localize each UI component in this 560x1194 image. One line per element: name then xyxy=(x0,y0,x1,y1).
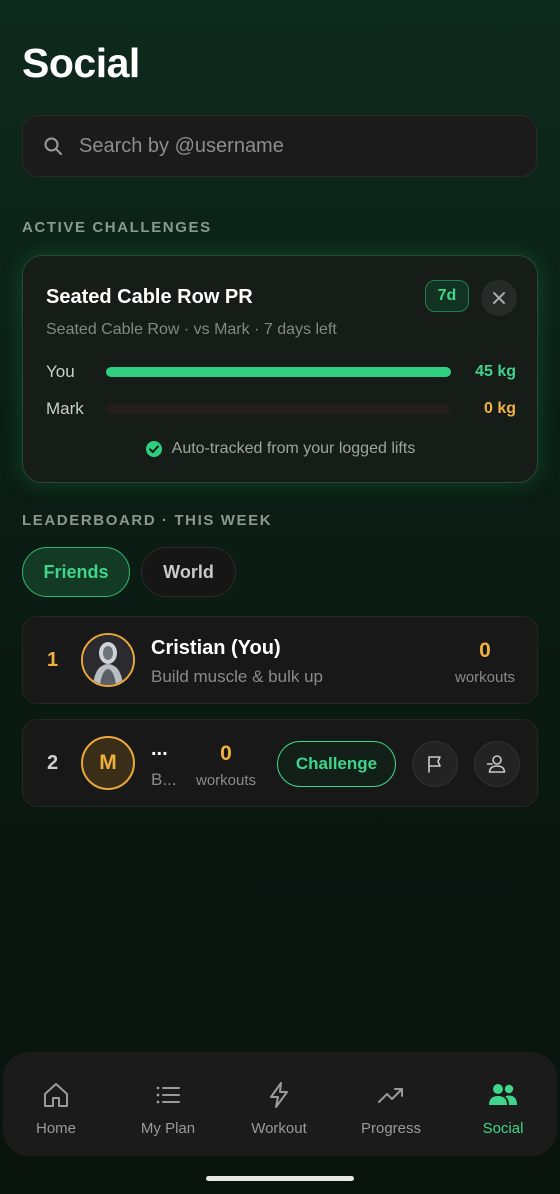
rank-number: 2 xyxy=(47,752,59,774)
avatar: M xyxy=(81,736,135,790)
user-name: ... xyxy=(151,738,168,760)
flag-icon xyxy=(428,756,441,773)
home-indicator xyxy=(206,1176,354,1181)
nav-label: Social xyxy=(482,1120,524,1137)
rank-number: 1 xyxy=(47,649,59,671)
remove-friend-button[interactable] xyxy=(474,741,520,787)
list-icon xyxy=(156,1086,180,1104)
user-goal: Build muscle & bulk up xyxy=(151,667,323,686)
leaderboard-row[interactable]: 2 M ... B... 0 workouts Challenge xyxy=(22,719,538,807)
search-icon xyxy=(44,137,62,155)
workout-unit: workouts xyxy=(195,772,257,789)
close-icon xyxy=(493,292,505,304)
progress-row-mark: Mark 0 kg xyxy=(46,397,516,421)
nav-workout[interactable]: Workout xyxy=(224,1052,334,1156)
nav-my-plan[interactable]: My Plan xyxy=(113,1052,223,1156)
progress-row-you: You 45 kg xyxy=(46,360,516,384)
participant-value: 45 kg xyxy=(475,363,516,380)
participant-name: Mark xyxy=(46,399,84,418)
user-remove-icon xyxy=(486,755,506,773)
bolt-icon xyxy=(270,1082,288,1108)
nav-home[interactable]: Home xyxy=(1,1052,111,1156)
tab-friends[interactable]: Friends xyxy=(22,547,130,597)
leaderboard-row[interactable]: 1 Cristian (You) Build muscle & bulk up … xyxy=(22,616,538,704)
nav-label: My Plan xyxy=(140,1120,196,1137)
bottom-nav: Home My Plan Workout Progress Social xyxy=(3,1052,557,1156)
search-input[interactable] xyxy=(77,133,501,159)
challenge-title: Seated Cable Row PR xyxy=(46,286,253,308)
progress-fill xyxy=(106,367,451,377)
progress-track xyxy=(106,404,451,414)
workout-unit: workouts xyxy=(454,669,516,686)
challenge-card[interactable]: Seated Cable Row PR 7d Seated Cable Row … xyxy=(22,255,538,483)
trending-up-icon xyxy=(378,1088,403,1103)
progress-track xyxy=(106,367,451,377)
users-icon xyxy=(489,1084,517,1105)
user-goal: B... xyxy=(151,770,177,789)
tab-world[interactable]: World xyxy=(141,547,236,597)
participant-name: You xyxy=(46,362,75,381)
leaderboard-heading: LEADERBOARD · THIS WEEK xyxy=(22,512,273,529)
avatar-photo xyxy=(83,635,133,685)
workout-count: 0 xyxy=(220,742,232,765)
user-name: Cristian (You) xyxy=(151,637,281,659)
active-challenges-heading: ACTIVE CHALLENGES xyxy=(22,219,212,236)
days-left-badge: 7d xyxy=(425,280,469,312)
close-challenge-button[interactable] xyxy=(481,280,517,316)
challenge-subtitle: Seated Cable Row · vs Mark · 7 days left xyxy=(46,321,337,338)
participant-value: 0 kg xyxy=(483,400,516,417)
avatar xyxy=(81,633,135,687)
nav-progress[interactable]: Progress xyxy=(336,1052,446,1156)
home-icon xyxy=(44,1083,68,1107)
auto-tracked-text: Auto-tracked from your logged lifts xyxy=(171,440,416,457)
workout-count: 0 xyxy=(479,639,491,662)
report-button[interactable] xyxy=(412,741,458,787)
challenge-button[interactable]: Challenge xyxy=(277,741,396,787)
search-bar[interactable] xyxy=(22,115,537,177)
nav-label: Home xyxy=(35,1120,76,1137)
auto-tracked-note: Auto-tracked from your logged lifts xyxy=(23,440,537,458)
page-title: Social xyxy=(22,40,140,86)
nav-label: Workout xyxy=(251,1120,307,1137)
check-circle-icon xyxy=(145,441,162,457)
nav-label: Progress xyxy=(360,1120,422,1137)
nav-social[interactable]: Social xyxy=(448,1052,558,1156)
